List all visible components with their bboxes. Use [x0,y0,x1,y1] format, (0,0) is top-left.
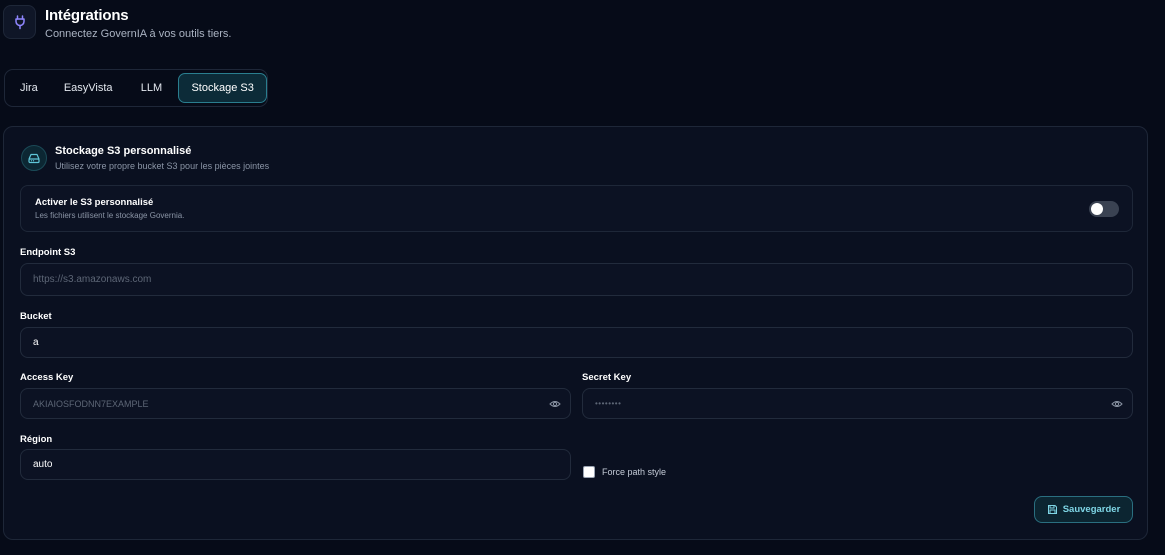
card-subtitle: Utilisez votre propre bucket S3 pour les… [55,161,270,171]
page-header: Intégrations Connectez GovernIA à vos ou… [3,5,231,40]
save-icon [1047,505,1057,514]
access-key-placeholder: AKIAIOSFODNN7EXAMPLE [33,398,149,409]
save-button-label: Sauvegarder [1062,504,1121,515]
page-subtitle: Connectez GovernIA à vos outils tiers. [45,28,232,40]
access-key-label: Access Key [20,372,74,383]
tab-stockage-s3[interactable]: Stockage S3 [178,73,267,103]
toggle-description: Les fichiers utilisent le stockage Gover… [35,211,185,220]
endpoint-label: Endpoint S3 [20,247,76,258]
secret-key-label: Secret Key [582,372,632,383]
access-key-input[interactable]: AKIAIOSFODNN7EXAMPLE [20,388,571,419]
save-button[interactable]: Sauvegarder [1034,496,1133,523]
integration-tabs: Jira EasyVista LLM Stockage S3 [4,69,268,107]
eye-icon[interactable] [549,398,561,410]
hard-drive-icon [21,145,47,171]
force-path-style-checkbox[interactable] [583,466,595,478]
tab-jira[interactable]: Jira [8,73,50,103]
toggle-label: Activer le S3 personnalisé [35,197,154,208]
tab-easyvista[interactable]: EasyVista [50,73,127,103]
secret-key-input[interactable]: •••••••• [582,388,1133,419]
region-input[interactable]: auto [20,449,571,480]
bucket-label: Bucket [20,311,52,322]
region-label: Région [20,434,53,445]
bucket-input[interactable]: a [20,327,1133,358]
eye-icon[interactable] [1111,398,1123,410]
tab-llm[interactable]: LLM [127,73,177,103]
force-path-style-label: Force path style [602,467,667,477]
custom-s3-toggle[interactable] [1089,201,1119,217]
custom-s3-toggle-row: Activer le S3 personnalisé Les fichiers … [20,185,1133,232]
plug-icon [3,5,36,39]
endpoint-input[interactable]: https://s3.amazonaws.com [20,263,1133,296]
card-title: Stockage S3 personnalisé [55,145,192,157]
s3-settings-card: Stockage S3 personnalisé Utilisez votre … [3,126,1148,540]
page-title: Intégrations [45,7,129,24]
toggle-knob [1091,203,1103,215]
force-path-style-option: Force path style [583,466,666,478]
secret-key-placeholder: •••••••• [595,399,622,408]
